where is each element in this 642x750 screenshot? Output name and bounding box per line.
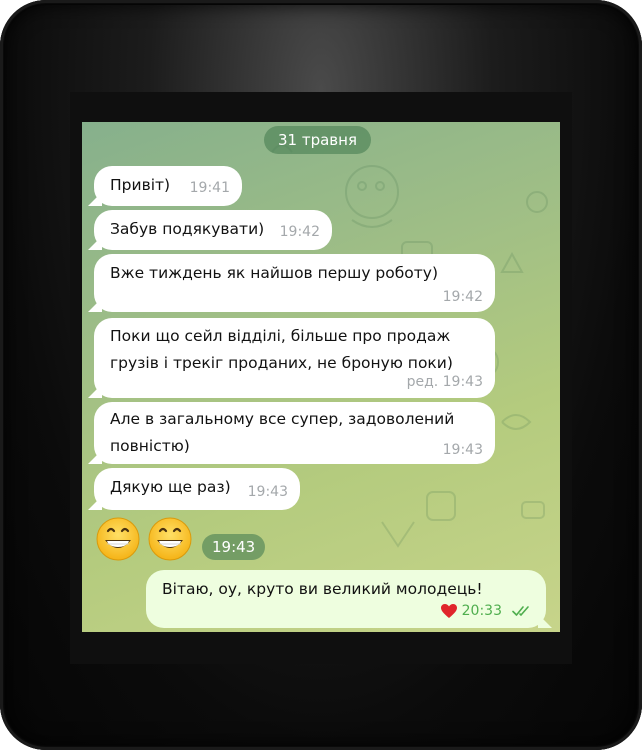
message-line: повністю): [110, 437, 190, 455]
date-chip: 31 травня: [264, 126, 371, 154]
message-time: ред. 19:43: [406, 374, 483, 390]
message-time: 19:43: [442, 442, 483, 458]
grinning-face-icon[interactable]: [95, 516, 141, 562]
message-text: Поки що сейл відділі, більше про продаж …: [110, 323, 453, 377]
message-time: 19:42: [442, 289, 483, 305]
outgoing-message-bubble[interactable]: Вітаю, оу, круто ви великий молодець! 20…: [146, 570, 546, 628]
message-bubble[interactable]: Привіт) 19:41: [94, 166, 242, 206]
message-text: Дякую ще раз): [110, 478, 231, 496]
message-text: Вже тиждень як найшов першу роботу): [110, 264, 439, 282]
message-bubble[interactable]: Але в загальному все супер, задоволений …: [94, 402, 495, 464]
message-line: грузів і трекіг проданих, не броную поки…: [110, 354, 453, 372]
message-text: Але в загальному все супер, задоволений …: [110, 406, 454, 460]
message-text: Вітаю, оу, круто ви великий молодець!: [162, 580, 483, 598]
message-meta: 20:33: [440, 602, 534, 620]
message-time: 19:42: [279, 224, 320, 240]
chat-area[interactable]: 31 травня Привіт) 19:41 Забув подякувати…: [82, 122, 560, 632]
message-time: 19:41: [189, 180, 230, 196]
grinning-face-icon[interactable]: [147, 516, 193, 562]
message-bubble[interactable]: Вже тиждень як найшов першу роботу) 19:4…: [94, 254, 495, 312]
message-time: 20:33: [461, 603, 502, 619]
emoji-message-time: 19:43: [202, 534, 266, 560]
message-text: Забув подякувати): [110, 220, 265, 238]
message-bubble[interactable]: Забув подякувати) 19:42: [94, 210, 332, 250]
double-check-icon: [512, 606, 529, 616]
message-bubble[interactable]: Поки що сейл відділі, більше про продаж …: [94, 318, 495, 398]
message-text: Привіт): [110, 176, 171, 194]
message-bubble[interactable]: Дякую ще раз) 19:43: [94, 468, 300, 510]
message-line: Поки що сейл відділі, більше про продаж: [110, 327, 451, 345]
red-heart-icon[interactable]: [440, 603, 458, 619]
message-line: Але в загальному все супер, задоволений: [110, 410, 455, 428]
device-frame: 31 травня Привіт) 19:41 Забув подякувати…: [0, 0, 642, 750]
message-time: 19:43: [247, 484, 288, 500]
